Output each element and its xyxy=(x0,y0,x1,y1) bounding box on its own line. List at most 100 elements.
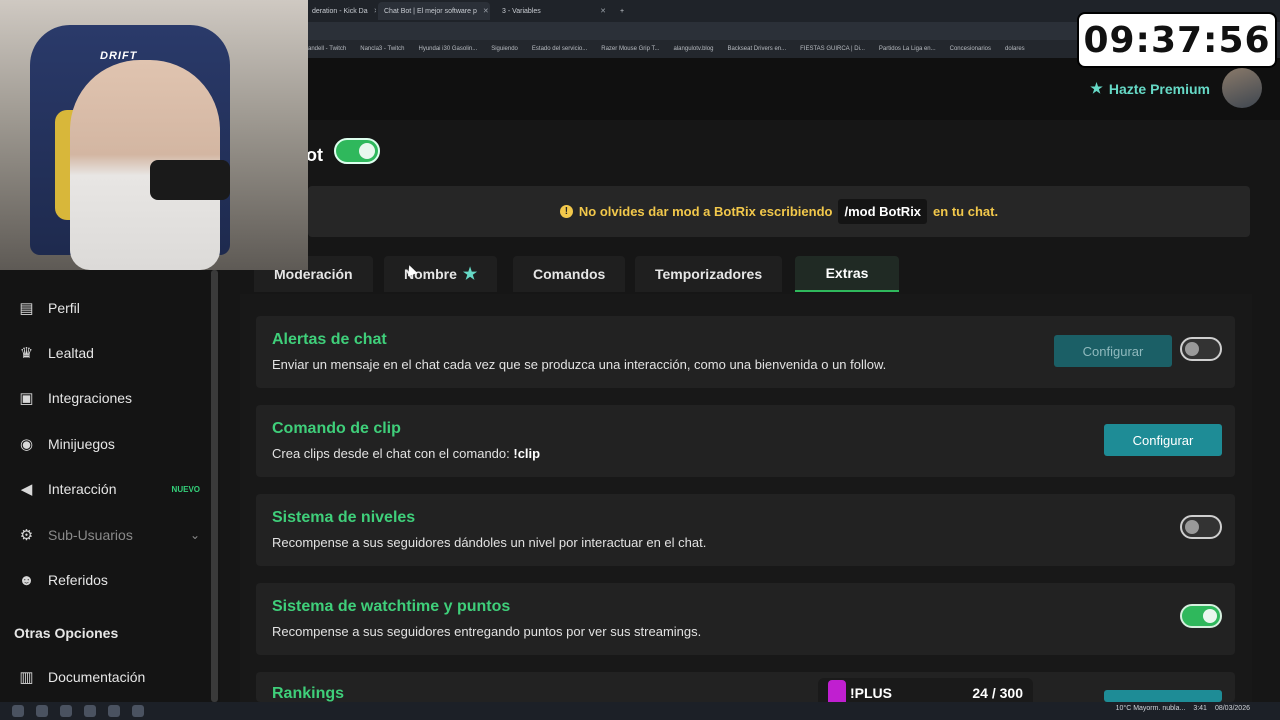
bookmark[interactable]: Partidos La Liga en... xyxy=(879,46,936,52)
feature-toggle[interactable] xyxy=(1180,515,1222,539)
bookmark[interactable]: andell - Twitch xyxy=(308,46,346,52)
notice-code: /mod BotRix xyxy=(838,199,928,224)
bookmark[interactable]: Razer Mouse Grip T... xyxy=(601,46,659,52)
sidebar-item-label: Interacción xyxy=(48,481,117,497)
feature-card-chat-alerts: Alertas de chat Enviar un mensaje en el … xyxy=(256,316,1235,388)
app-icon[interactable] xyxy=(60,705,72,717)
microphone xyxy=(150,160,230,200)
tab-temporizadores[interactable]: Temporizadores xyxy=(635,256,783,292)
avatar[interactable] xyxy=(1222,68,1262,108)
configure-button[interactable] xyxy=(1104,690,1222,702)
chair-brand: DRIFT xyxy=(100,50,138,62)
star-icon: ★ xyxy=(1090,80,1103,96)
tab-label: Temporizadores xyxy=(655,266,763,282)
system-tray: 10°C Mayorm. nubla... 3:41 08/03/2026 xyxy=(1116,705,1250,712)
premium-label: Hazte Premium xyxy=(1108,80,1210,97)
bookmark[interactable]: Siguiendo xyxy=(491,46,518,52)
browser-tab-label: deration - Kick Da xyxy=(312,7,368,15)
close-icon[interactable]: ✕ xyxy=(368,7,376,15)
sidebar-item-label: Minijuegos xyxy=(48,436,115,452)
mod-notice: ! No olvides dar mod a BotRix escribiend… xyxy=(308,186,1250,237)
tray-date: 08/03/2026 xyxy=(1214,705,1250,712)
tab-extras[interactable]: Extras xyxy=(795,256,899,292)
users-icon: ☻ xyxy=(18,571,35,589)
sidebar-scrollbar[interactable] xyxy=(211,270,218,702)
feature-card-rankings: Rankings xyxy=(256,672,1235,702)
gamepad-icon: ◉ xyxy=(19,436,34,453)
configure-button[interactable]: Configurar xyxy=(1104,424,1222,456)
tab-label: Extras xyxy=(825,265,869,281)
sidebar-item-lealtad[interactable]: ♛ Lealtad xyxy=(18,340,208,366)
stream-clock: 09:37:56 xyxy=(1077,12,1277,68)
feature-title: Alertas de chat xyxy=(272,331,387,348)
feature-title: Rankings xyxy=(272,685,345,702)
tab-comandos[interactable]: Comandos xyxy=(513,256,626,292)
feature-toggle[interactable] xyxy=(1180,604,1222,628)
feature-title: Sistema de watchtime y puntos xyxy=(272,598,511,615)
bot-enable-toggle[interactable] xyxy=(334,138,380,164)
sidebar-item-integraciones[interactable]: ▣ Integraciones xyxy=(18,385,208,411)
feature-desc-text: Crea clips desde el chat con el comando: xyxy=(272,446,510,461)
sidebar-item-documentacion[interactable]: ▥ Documentación xyxy=(18,664,208,690)
tab-nombre[interactable]: Nombre ★ xyxy=(384,256,498,292)
feature-card-levels: Sistema de niveles Recompense a sus segu… xyxy=(256,494,1235,566)
sidebar-item-label: Referidos xyxy=(48,572,108,588)
new-tab-button[interactable]: + xyxy=(614,2,634,20)
sidebar-section-title: Otras Opciones xyxy=(14,625,119,641)
feature-title: Comando de clip xyxy=(272,420,401,437)
bullhorn-icon: ◀ xyxy=(20,481,33,498)
feature-desc: Recompense a sus seguidores dándoles un … xyxy=(272,535,707,550)
chevron-down-icon: ⌄ xyxy=(189,528,200,542)
windows-start-icon[interactable] xyxy=(12,705,24,717)
configure-button[interactable]: Configurar xyxy=(1054,335,1172,367)
plus-count: 24 / 300 xyxy=(972,685,1023,701)
bookmark[interactable]: Hyundai i30 Gasolin... xyxy=(419,46,478,52)
sidebar-item-referidos[interactable]: ☻ Referidos xyxy=(18,567,208,593)
clip-command: !clip xyxy=(513,446,541,461)
exclamation-icon: ! xyxy=(559,205,573,218)
sidebar-item-sub-usuarios[interactable]: ⚙ Sub-Usuarios ⌄ xyxy=(18,522,208,548)
tab-label: Comandos xyxy=(533,266,606,282)
page-title: ot xyxy=(306,145,323,165)
app-icon[interactable] xyxy=(84,705,96,717)
bookmark[interactable]: Nancla3 - Twitch xyxy=(360,46,404,52)
bookmark[interactable]: dolares xyxy=(1005,46,1025,52)
chrome-icon[interactable] xyxy=(36,705,48,717)
notice-text: No olvides dar mod a BotRix escribiendo xyxy=(578,204,833,219)
clock-time: 09:37:56 xyxy=(1083,19,1271,61)
new-badge: NUEVO xyxy=(171,484,200,494)
webcam-overlay: DRIFT xyxy=(0,0,308,270)
sidebar-item-perfil[interactable]: ▤ Perfil xyxy=(18,295,208,321)
star-icon: ★ xyxy=(462,266,478,283)
browser-tab[interactable]: deration - Kick Da✕ xyxy=(306,2,376,20)
bookmark[interactable]: Estado del servicio... xyxy=(532,46,587,52)
taskbar: 10°C Mayorm. nubla... 3:41 08/03/2026 xyxy=(0,702,1280,720)
browser-tab[interactable]: 3 - Variables ✕ xyxy=(496,2,612,20)
tray-time: 3:41 xyxy=(1193,705,1207,712)
close-icon[interactable]: ✕ xyxy=(477,7,489,15)
bookmark[interactable]: Concesionarios xyxy=(950,46,991,52)
sidebar-item-label: Lealtad xyxy=(48,345,94,361)
close-icon[interactable]: ✕ xyxy=(594,7,606,15)
book-icon: ▥ xyxy=(19,669,34,686)
app-icon[interactable] xyxy=(132,705,144,717)
premium-link[interactable]: ★ Hazte Premium xyxy=(1090,80,1210,97)
puzzle-icon: ▣ xyxy=(19,390,34,407)
feature-toggle[interactable] xyxy=(1180,337,1222,361)
sidebar-item-label: Documentación xyxy=(48,669,146,685)
id-card-icon: ▤ xyxy=(19,300,34,317)
trophy-icon: ♛ xyxy=(19,345,34,362)
bookmark[interactable]: alangulotv.blog xyxy=(674,46,714,52)
feature-card-watchtime: Sistema de watchtime y puntos Recompense… xyxy=(256,583,1235,655)
bookmark[interactable]: FIESTAS GUIRCA | Di... xyxy=(800,46,865,52)
browser-tab-active[interactable]: Chat Bot | El mejor software p ✕ xyxy=(378,2,490,20)
users-cog-icon: ⚙ xyxy=(19,527,34,544)
app-icon[interactable] xyxy=(108,705,120,717)
plus-label: !PLUS xyxy=(850,685,892,701)
feature-desc: Recompense a sus seguidores entregando p… xyxy=(272,624,702,639)
sidebar-item-label: Perfil xyxy=(48,300,80,316)
sidebar-item-interaccion[interactable]: ◀ Interacción NUEVO xyxy=(18,476,208,502)
sidebar-item-label: Sub-Usuarios xyxy=(48,527,133,543)
bookmark[interactable]: Backseat Drivers en... xyxy=(727,46,786,52)
sidebar-item-minijuegos[interactable]: ◉ Minijuegos xyxy=(18,431,208,457)
